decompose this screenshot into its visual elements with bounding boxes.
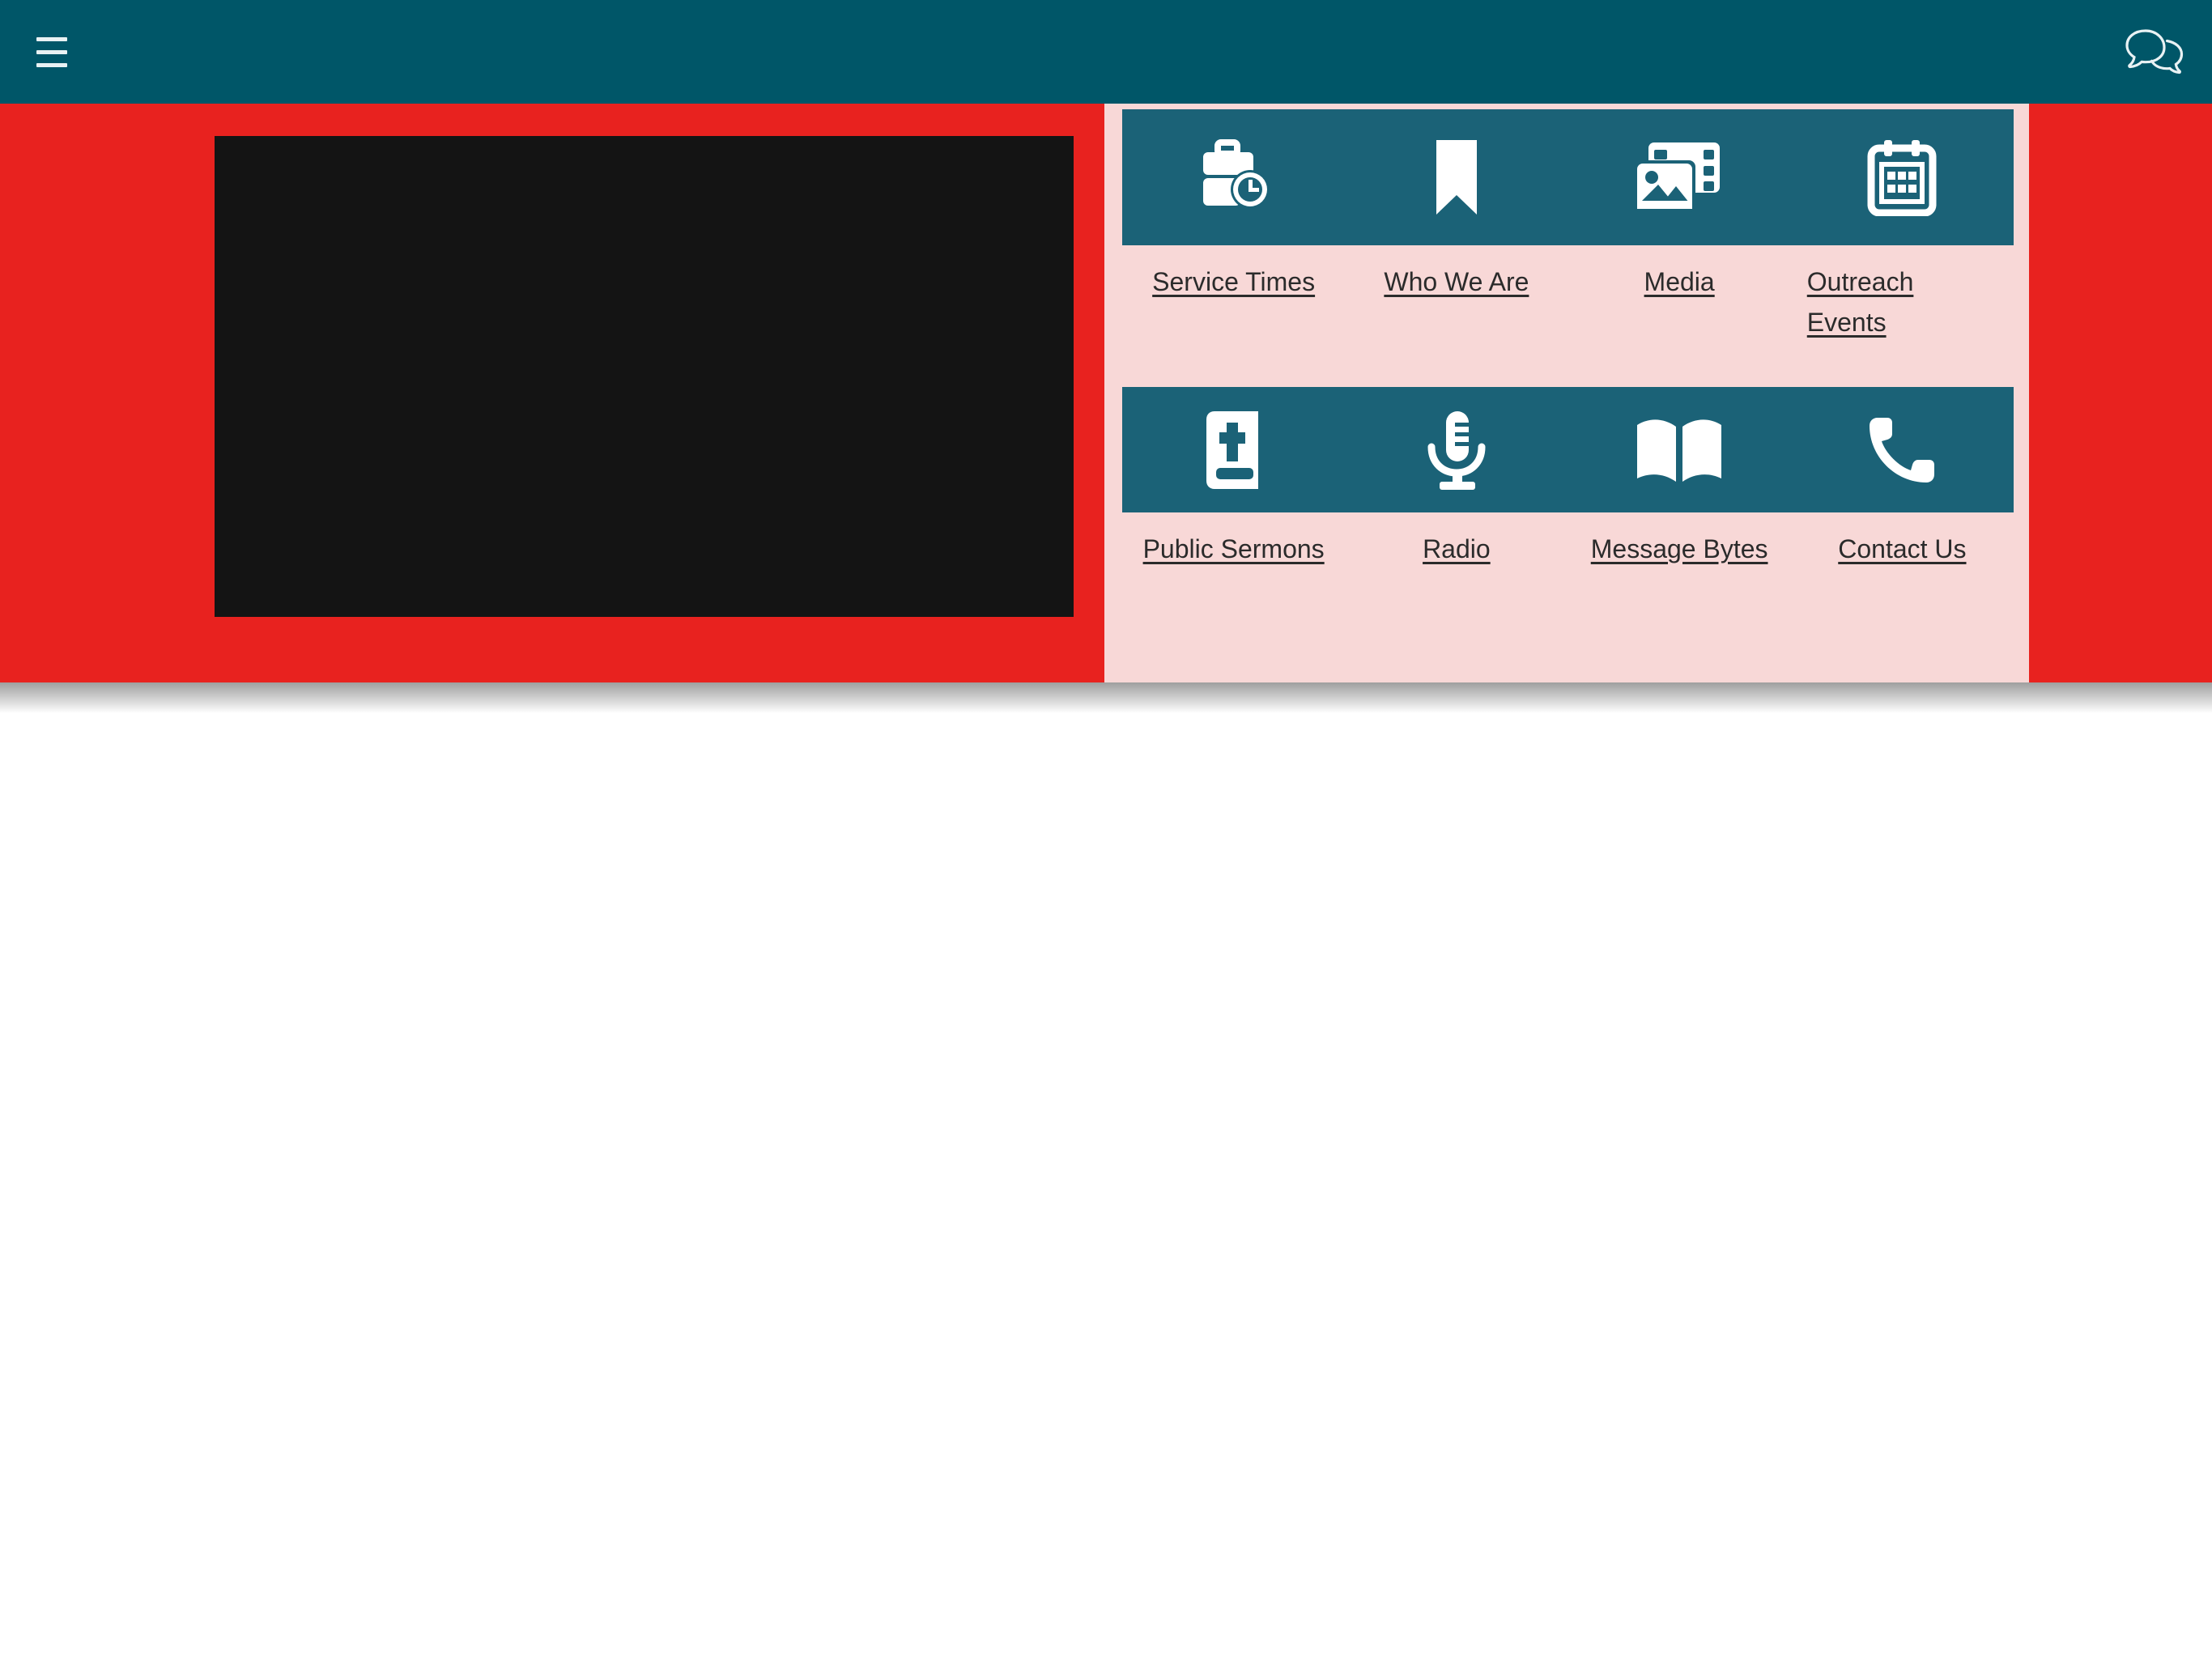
quick-links-label-row-1: Service Times Who We Are Media Outreach … [1122,261,2014,342]
phone-icon [1870,417,1935,483]
quick-link-contact-us[interactable]: Contact Us [1838,529,1966,569]
quick-link-label-cell: Contact Us [1791,529,2014,569]
quick-link-tile-contact-us[interactable] [1791,387,2014,512]
hamburger-icon-bar [36,62,67,67]
comments-icon [2125,29,2184,74]
quick-link-label-cell: Outreach Events [1791,261,2014,342]
quick-link-tile-media[interactable] [1568,109,1791,245]
hamburger-icon-bar [36,36,67,41]
quick-link-label-cell: Public Sermons [1122,529,1345,569]
hero-section: Service Times Who We Are Media Outreach … [0,104,2212,682]
quick-links-label-row-2: Public Sermons Radio Message Bytes Conta… [1122,529,2014,569]
hamburger-icon-bar [36,49,67,54]
briefcase-clock-icon [1202,139,1270,209]
quick-links-panel: Service Times Who We Are Media Outreach … [1104,104,2029,682]
bookmark-icon [1436,140,1477,215]
quick-link-label-cell: Message Bytes [1568,529,1791,569]
quick-link-label-cell: Service Times [1122,261,1345,302]
hamburger-menu-button[interactable] [24,24,79,79]
photos-icon [1634,142,1721,212]
quick-link-radio[interactable]: Radio [1423,529,1491,569]
quick-link-tile-radio[interactable] [1345,387,1568,512]
quick-link-label-cell: Media [1568,261,1791,302]
quick-link-media[interactable]: Media [1644,261,1715,302]
quick-link-message-bytes[interactable]: Message Bytes [1591,529,1768,569]
quick-link-public-sermons[interactable]: Public Sermons [1143,529,1325,569]
chat-button[interactable] [2120,18,2189,87]
open-book-icon [1637,419,1722,482]
microphone-icon [1427,410,1486,490]
quick-link-service-times[interactable]: Service Times [1152,261,1315,302]
quick-links-icon-row-2 [1122,387,2014,512]
video-player[interactable] [215,136,1074,617]
hero-bottom-shadow [0,682,2212,713]
quick-link-tile-outreach-events[interactable] [1791,109,2014,245]
quick-link-label-cell: Who We Are [1345,261,1568,302]
quick-link-who-we-are[interactable]: Who We Are [1384,261,1529,302]
quick-link-tile-public-sermons[interactable] [1122,387,1345,512]
calendar-icon [1867,140,1937,216]
quick-links-icon-row-1 [1122,109,2014,245]
bible-icon [1206,410,1258,489]
quick-link-outreach-events[interactable]: Outreach Events [1807,261,1997,342]
top-app-bar [0,0,2212,104]
quick-link-label-cell: Radio [1345,529,1568,569]
quick-link-tile-message-bytes[interactable] [1568,387,1791,512]
quick-link-tile-who-we-are[interactable] [1345,109,1568,245]
quick-link-tile-service-times[interactable] [1122,109,1345,245]
